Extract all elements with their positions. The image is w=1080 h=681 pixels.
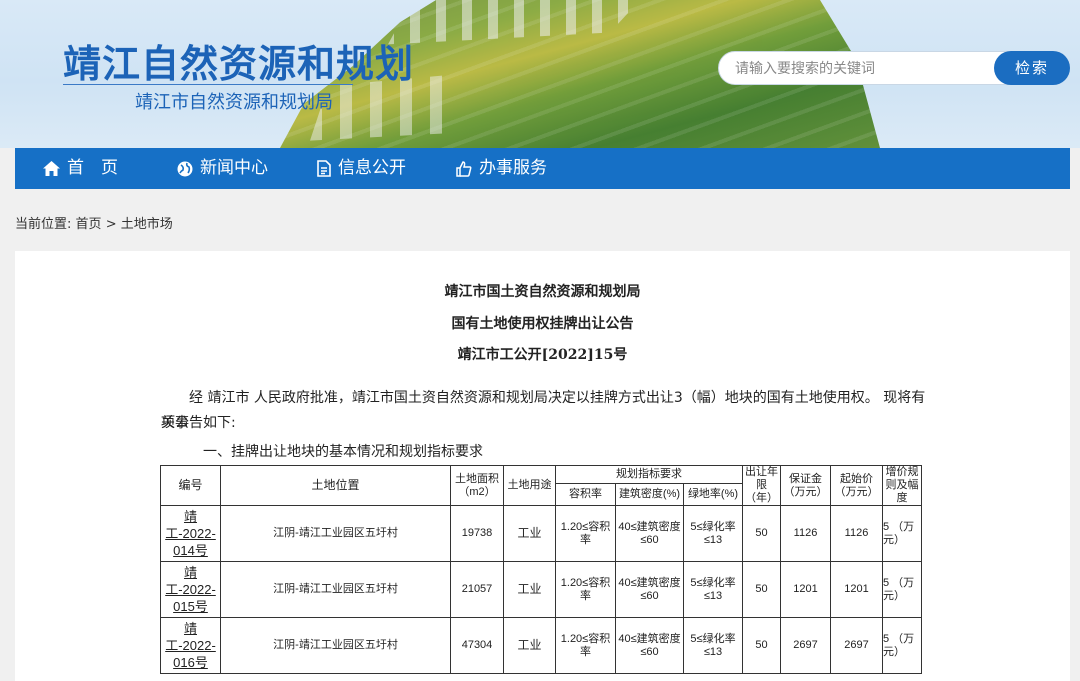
cell-term: 50	[742, 617, 781, 674]
header-code: 编号	[160, 465, 221, 506]
table-row: 靖工-2022- 015号 江阴-靖江工业园区五圩村 21057 工业 1.20≤…	[160, 561, 922, 618]
nav-item-services[interactable]: 办事服务	[456, 148, 547, 189]
cell-use: 工业	[503, 617, 556, 674]
site-title: 靖江自然资源和规划	[63, 42, 415, 86]
search-button[interactable]: 检索	[994, 51, 1070, 85]
cell-green: 5≤绿化率≤13	[683, 561, 743, 618]
cell-density: 40≤建筑密度≤60	[615, 617, 684, 674]
cell-area: 19738	[450, 505, 504, 562]
title-divider	[63, 84, 353, 85]
header-area: 土地面积（m2）	[450, 465, 504, 506]
breadcrumb: 当前位置: 首页 > 土地市场	[15, 213, 173, 232]
breadcrumb-current[interactable]: 土地市场	[121, 217, 173, 232]
breadcrumb-home-link[interactable]: 首页	[76, 217, 102, 232]
cell-start-price: 1201	[830, 561, 883, 618]
article-doc-number: 靖江市工公开[2022]15号	[457, 347, 628, 363]
cell-start-price: 1126	[830, 505, 883, 562]
cell-area: 21057	[450, 561, 504, 618]
plot-code-link[interactable]: 靖工-2022- 014号	[160, 505, 221, 562]
article-paragraph-cont: 项公告如下:	[161, 415, 236, 431]
cell-far: 1.20≤容积率	[555, 505, 616, 562]
nav-label-info: 信息公开	[338, 158, 406, 178]
header-density: 建筑密度(%)	[615, 483, 684, 506]
article-panel: 靖江市国土资自然资源和规划局 国有土地使用权挂牌出让公告 靖江市工公开[2022…	[15, 251, 1070, 681]
table-row: 靖工-2022- 016号 江阴-靖江工业园区五圩村 47304 工业 1.20≤…	[160, 617, 922, 674]
cell-term: 50	[742, 561, 781, 618]
land-table: 编号 土地位置 土地面积（m2） 土地用途 规划指标要求 出让年限（年） 保证金…	[160, 465, 922, 674]
cell-start-price: 2697	[830, 617, 883, 674]
header-start-price: 起始价（万元）	[830, 465, 883, 506]
plot-code-link[interactable]: 靖工-2022- 016号	[160, 617, 221, 674]
nav-item-info[interactable]: 信息公开	[317, 148, 406, 189]
breadcrumb-prefix: 当前位置:	[15, 217, 72, 232]
nav-label-news: 新闻中心	[200, 158, 268, 178]
cell-density: 40≤建筑密度≤60	[615, 561, 684, 618]
plot-code-link[interactable]: 靖工-2022- 015号	[160, 561, 221, 618]
header-green: 绿地率(%)	[683, 483, 743, 506]
cell-area: 47304	[450, 617, 504, 674]
nav-item-home[interactable]: 首 页	[43, 148, 118, 189]
nav-label-services: 办事服务	[479, 158, 547, 178]
cell-density: 40≤建筑密度≤60	[615, 505, 684, 562]
search-input[interactable]	[733, 52, 997, 86]
cell-location: 江阴-靖江工业园区五圩村	[220, 505, 451, 562]
cell-use: 工业	[503, 561, 556, 618]
cell-location: 江阴-靖江工业园区五圩村	[220, 617, 451, 674]
cell-deposit: 1126	[780, 505, 831, 562]
section-heading: 一、挂牌出让地块的基本情况和规划指标要求	[203, 444, 483, 460]
cell-location: 江阴-靖江工业园区五圩村	[220, 561, 451, 618]
table-row: 靖工-2022- 014号 江阴-靖江工业园区五圩村 19738 工业 1.20≤…	[160, 505, 922, 562]
cell-green: 5≤绿化率≤13	[683, 617, 743, 674]
site-header: 靖江自然资源和规划 靖江市自然资源和规划局 检索	[0, 0, 1080, 148]
cell-increment: 5 （万元）	[882, 505, 922, 562]
article-title: 国有土地使用权挂牌出让公告	[451, 316, 634, 332]
cell-term: 50	[742, 505, 781, 562]
header-planning: 规划指标要求	[555, 465, 743, 484]
cell-deposit: 2697	[780, 617, 831, 674]
thumbs-up-icon	[456, 160, 472, 177]
nav-item-news[interactable]: 新闻中心	[177, 148, 268, 189]
globe-icon	[177, 161, 193, 176]
document-icon	[317, 160, 331, 177]
cell-use: 工业	[503, 505, 556, 562]
home-icon	[43, 161, 60, 176]
cell-increment: 5 （万元）	[882, 617, 922, 674]
header-deposit: 保证金（万元）	[780, 465, 831, 506]
cell-far: 1.20≤容积率	[555, 561, 616, 618]
header-location: 土地位置	[220, 465, 451, 506]
cell-increment: 5 （万元）	[882, 561, 922, 618]
header-use: 土地用途	[503, 465, 556, 506]
cell-deposit: 1201	[780, 561, 831, 618]
nav-label-home: 首 页	[67, 158, 118, 178]
article-issuer: 靖江市国土资自然资源和规划局	[444, 284, 641, 300]
header-increment: 增价规则及幅度	[882, 465, 922, 506]
header-far: 容积率	[555, 483, 616, 506]
main-nav: 首 页 新闻中心 信息公开 办事服务	[15, 148, 1070, 189]
breadcrumb-separator: >	[105, 217, 117, 232]
cell-far: 1.20≤容积率	[555, 617, 616, 674]
cell-green: 5≤绿化率≤13	[683, 505, 743, 562]
header-term: 出让年限（年）	[742, 465, 781, 506]
site-subtitle: 靖江市自然资源和规划局	[135, 92, 333, 113]
search-box: 检索	[718, 51, 1070, 86]
